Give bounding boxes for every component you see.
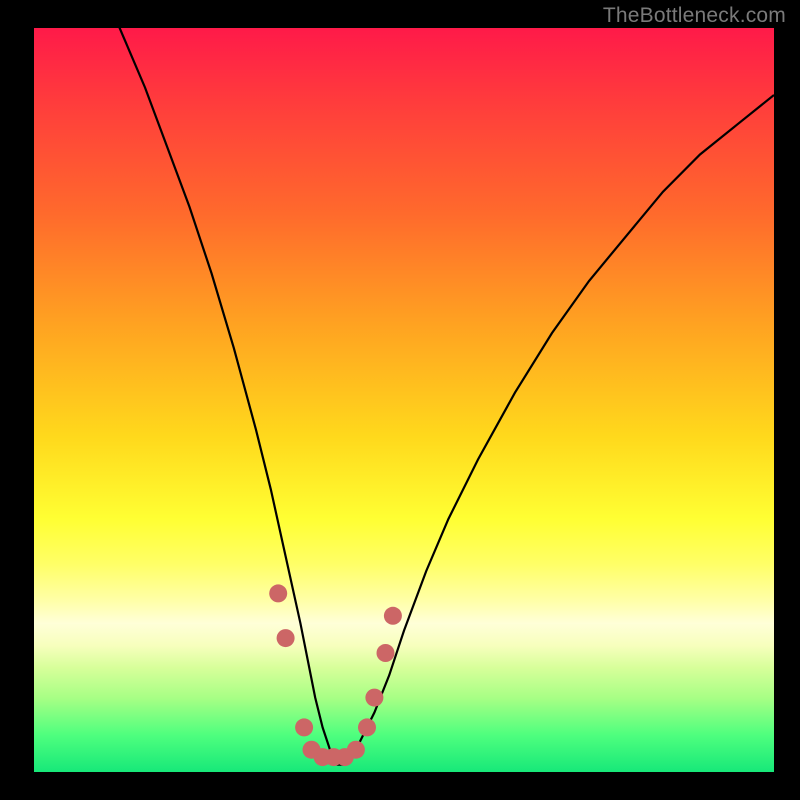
watermark-text: TheBottleneck.com <box>603 4 786 28</box>
chart-frame: TheBottleneck.com <box>0 0 800 800</box>
curve-markers <box>269 584 402 766</box>
curve-marker <box>295 718 313 736</box>
curve-marker <box>277 629 295 647</box>
curve-marker <box>365 689 383 707</box>
curve-marker <box>347 741 365 759</box>
chart-plot-area <box>34 28 774 772</box>
curve-marker <box>358 718 376 736</box>
curve-marker <box>377 644 395 662</box>
curve-marker <box>384 607 402 625</box>
curve-marker <box>269 584 287 602</box>
chart-svg <box>34 28 774 772</box>
bottleneck-curve <box>34 28 774 765</box>
